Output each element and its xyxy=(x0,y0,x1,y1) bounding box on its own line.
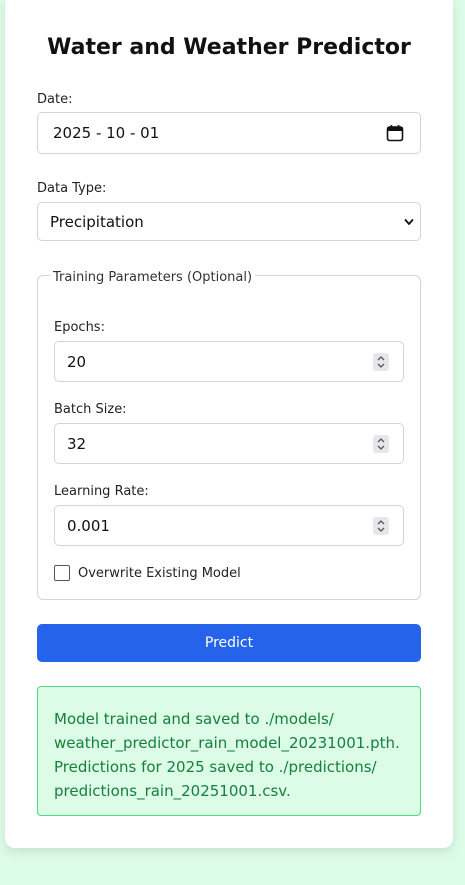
date-value: 2025 - 10 - 01 xyxy=(53,124,160,142)
batch-size-label: Batch Size: xyxy=(54,402,127,417)
learning-rate-input[interactable]: 0.001 xyxy=(54,505,404,546)
predict-button[interactable]: Predict xyxy=(37,624,421,662)
learning-rate-value: 0.001 xyxy=(67,516,110,535)
result-line: Model trained and saved to ./models/ xyxy=(54,710,334,728)
epochs-label: Epochs: xyxy=(54,320,105,335)
page-title: Water and Weather Predictor xyxy=(47,35,411,60)
result-line: predictions_rain_20251001.csv. xyxy=(54,782,291,800)
result-line: Predictions for 2025 saved to ./predicti… xyxy=(54,758,377,776)
result-message: Model trained and saved to ./models/ wea… xyxy=(37,686,421,816)
batch-size-spinner-icon[interactable] xyxy=(373,434,389,453)
date-input[interactable]: 2025 - 10 - 01 xyxy=(37,112,421,154)
date-label: Date: xyxy=(37,92,73,107)
data-type-value: Precipitation xyxy=(50,212,144,231)
chevron-down-icon xyxy=(404,218,414,225)
batch-size-input[interactable]: 32 xyxy=(54,423,404,464)
epochs-value: 20 xyxy=(67,352,87,371)
calendar-icon[interactable] xyxy=(386,124,404,142)
result-line: weather_predictor_rain_model_20231001.pt… xyxy=(54,734,400,752)
epochs-input[interactable]: 20 xyxy=(54,341,404,382)
training-parameters-legend: Training Parameters (Optional) xyxy=(50,270,256,285)
overwrite-label[interactable]: Overwrite Existing Model xyxy=(78,566,241,581)
predictor-card: Water and Weather Predictor Date: 2025 -… xyxy=(5,0,453,848)
overwrite-checkbox[interactable] xyxy=(54,565,70,581)
learning-rate-label: Learning Rate: xyxy=(54,484,149,499)
epochs-spinner-icon[interactable] xyxy=(373,352,389,371)
data-type-select[interactable]: Precipitation xyxy=(37,202,421,241)
batch-size-value: 32 xyxy=(67,434,87,453)
data-type-label: Data Type: xyxy=(37,181,107,196)
learning-rate-spinner-icon[interactable] xyxy=(373,516,389,535)
